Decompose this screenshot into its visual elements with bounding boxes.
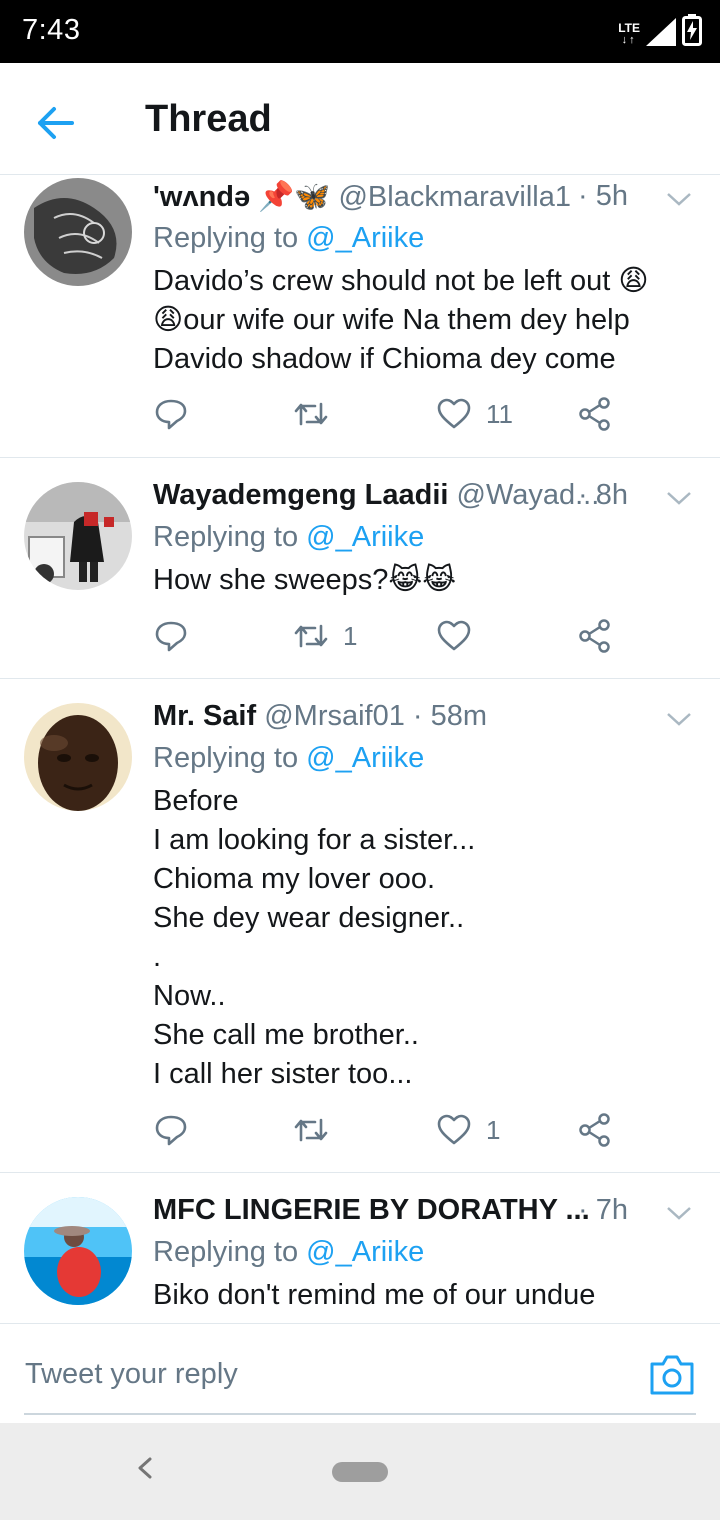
tweet-item[interactable]: 'wʌndə 📌🦋 @Blackmaravilla1 · 5h Replying… — [0, 175, 720, 458]
avatar[interactable] — [24, 482, 132, 590]
reply-icon — [155, 621, 187, 652]
mention-link[interactable]: @_Ariike — [306, 222, 424, 254]
share-icon — [579, 397, 610, 431]
tweet-item[interactable]: MFC LINGERIE BY DORATHY ... · 7h Replyin… — [0, 1173, 720, 1323]
author-name[interactable]: MFC LINGERIE BY DORATHY ... — [153, 1194, 590, 1226]
retweet-button[interactable]: 1 — [293, 618, 357, 654]
mention-link[interactable]: @_Ariike — [306, 1236, 424, 1268]
status-bar: 7:43 LTE ↓↑ — [0, 0, 720, 63]
tweet-text: Before I am looking for a sister... Chio… — [153, 785, 476, 1090]
reply-input[interactable]: Tweet your reply — [25, 1358, 238, 1391]
author-name[interactable]: Mr. Saif — [153, 700, 256, 732]
retweet-icon — [294, 402, 328, 426]
tweet-time: · 8h — [578, 479, 628, 511]
tweet-time: · 58m — [412, 700, 488, 732]
tweet-text: How she sweeps?😹😹 — [153, 564, 457, 596]
tweet-actions: 1 — [153, 618, 623, 662]
share-icon — [579, 619, 610, 653]
tweet-text: Davido’s crew should not be left out 😩 😩… — [153, 265, 649, 375]
chevron-down-icon[interactable] — [664, 704, 694, 734]
retweet-button[interactable] — [293, 1112, 343, 1148]
retweet-count: 1 — [343, 620, 358, 651]
status-icons: LTE ↓↑ — [618, 14, 702, 46]
replying-to: Replying to @_Ariike — [153, 222, 425, 254]
back-arrow-icon[interactable] — [32, 99, 80, 147]
signal-icon — [646, 18, 676, 46]
tweet-header: MFC LINGERIE BY DORATHY ... · 7h — [153, 1194, 700, 1234]
page-title: Thread — [145, 98, 272, 140]
chevron-down-icon[interactable] — [664, 1198, 694, 1228]
heart-icon — [437, 620, 471, 651]
author-name[interactable]: Wayademgeng Laadii — [153, 479, 448, 511]
share-button[interactable] — [577, 618, 613, 654]
tweet-actions: 1 — [153, 1112, 623, 1156]
reply-composer[interactable]: Tweet your reply — [0, 1323, 720, 1423]
battery-charging-icon — [682, 14, 702, 46]
tweet-header: Wayademgeng Laadii @Wayad... · 8h — [153, 479, 700, 519]
like-button[interactable] — [436, 618, 486, 654]
tweet-text: Biko don't remind me of our undue — [153, 1279, 596, 1311]
nav-home-pill[interactable] — [332, 1462, 388, 1482]
reply-underline — [24, 1413, 696, 1415]
heart-icon — [437, 398, 471, 429]
status-time: 7:43 — [22, 14, 81, 46]
like-count: 1 — [486, 1114, 501, 1145]
mention-link[interactable]: @_Ariike — [306, 742, 424, 774]
tweet-actions: 11 — [153, 396, 623, 440]
like-button[interactable]: 11 — [436, 396, 513, 432]
tweet-item[interactable]: Wayademgeng Laadii @Wayad... · 8h Replyi… — [0, 458, 720, 679]
reply-button[interactable] — [153, 618, 189, 654]
chevron-down-icon[interactable] — [664, 483, 694, 513]
nav-back-icon[interactable] — [130, 1453, 160, 1483]
avatar[interactable] — [24, 703, 132, 811]
mention-link[interactable]: @_Ariike — [306, 521, 424, 553]
share-icon — [579, 1113, 610, 1147]
replying-to: Replying to @_Ariike — [153, 742, 425, 774]
avatar[interactable] — [24, 178, 132, 286]
reply-button[interactable] — [153, 1112, 189, 1148]
reply-icon — [155, 399, 187, 430]
replying-to: Replying to @_Ariike — [153, 521, 425, 553]
thread-header: Thread — [0, 63, 720, 175]
tweet-time: · 5h — [578, 180, 628, 212]
share-button[interactable] — [577, 396, 613, 432]
avatar[interactable] — [24, 1197, 132, 1305]
author-handle[interactable]: @Blackmaravilla1 — [338, 181, 571, 213]
camera-icon[interactable] — [648, 1354, 696, 1396]
author-name[interactable]: 'wʌndə 📌🦋 — [153, 181, 330, 213]
reply-icon — [155, 1115, 187, 1146]
retweet-icon — [294, 624, 328, 648]
replying-to: Replying to @_Ariike — [153, 1236, 425, 1268]
tweet-feed[interactable]: 'wʌndə 📌🦋 @Blackmaravilla1 · 5h Replying… — [0, 175, 720, 1323]
reply-button[interactable] — [153, 396, 189, 432]
chevron-down-icon[interactable] — [664, 184, 694, 214]
retweet-button[interactable] — [293, 396, 343, 432]
like-button[interactable]: 1 — [436, 1112, 500, 1148]
tweet-item[interactable]: Mr. Saif @Mrsaif01 · 58m Replying to @_A… — [0, 679, 720, 1173]
network-indicator: LTE ↓↑ — [618, 21, 640, 46]
tweet-header: Mr. Saif @Mrsaif01 · 58m — [153, 700, 700, 740]
heart-icon — [437, 1114, 471, 1145]
author-handle[interactable]: @Mrsaif01 — [264, 700, 405, 732]
tweet-header: 'wʌndə 📌🦋 @Blackmaravilla1 · 5h — [153, 180, 700, 220]
share-button[interactable] — [577, 1112, 613, 1148]
tweet-time: · 7h — [578, 1194, 628, 1226]
like-count: 11 — [486, 398, 513, 429]
retweet-icon — [294, 1118, 328, 1142]
